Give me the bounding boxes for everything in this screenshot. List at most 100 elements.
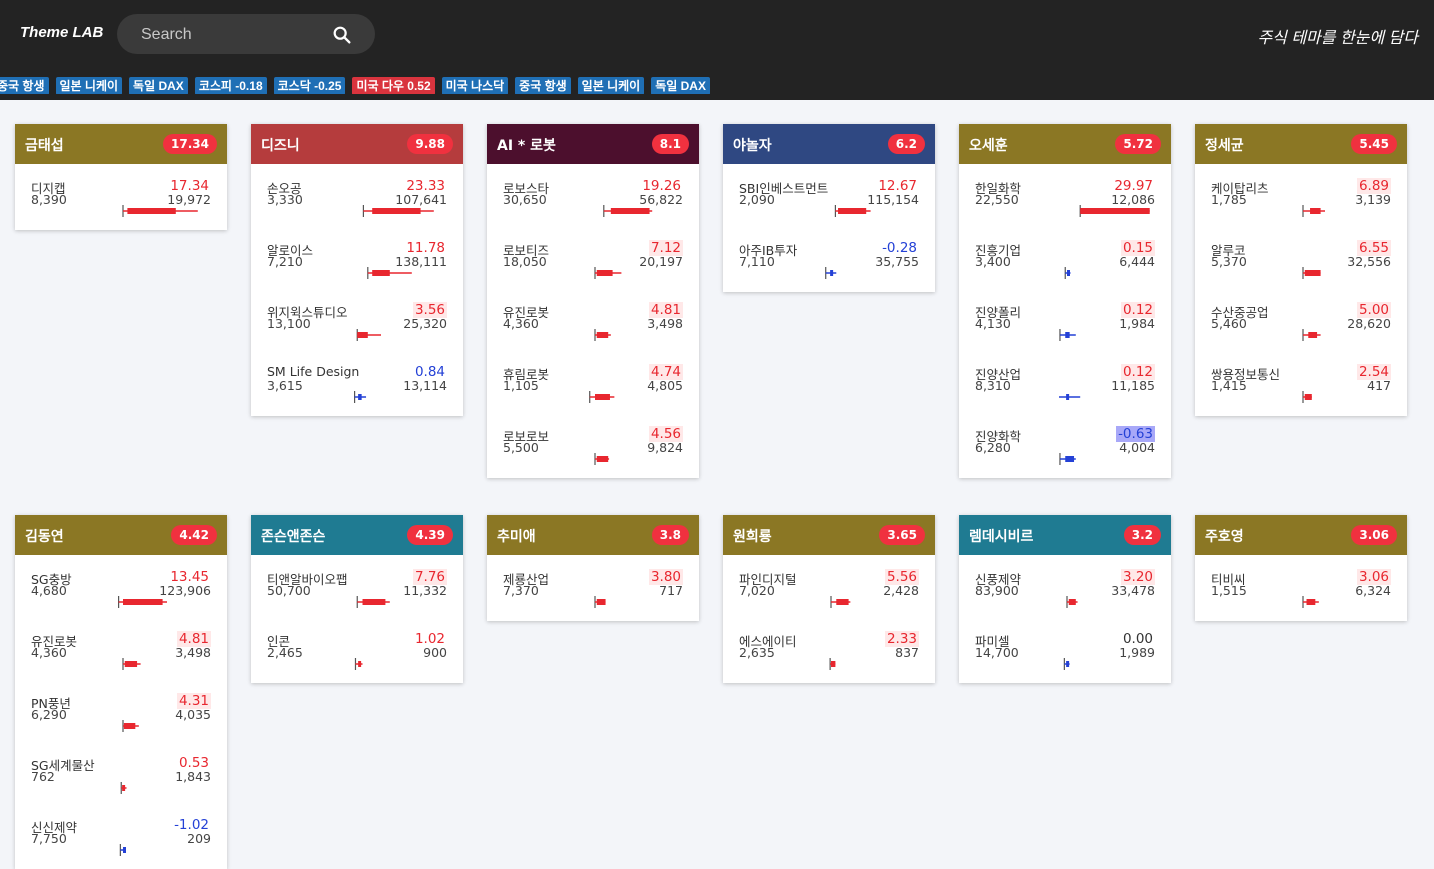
theme-score-badge: 3.06 — [1351, 525, 1397, 545]
stock-row[interactable]: 제룡산업 7,370 3.80 717 — [487, 555, 699, 617]
price-candle — [1059, 453, 1076, 465]
card-bottom-pad — [723, 288, 935, 292]
price-candle — [354, 658, 363, 670]
stock-row[interactable]: 진양화학 6,280 -0.63 4,004 — [959, 412, 1171, 474]
theme-header[interactable]: 금태섭 17.34 — [15, 124, 227, 164]
price-candle — [1079, 205, 1150, 217]
theme-card[interactable]: 렘데시비르 3.2 신풍제약 83,900 3.20 33,478 파미셀 14,700 0.0… — [959, 515, 1171, 683]
stock-price: 2,465 — [267, 645, 303, 660]
stock-row[interactable]: 신신제약 7,750 -1.02 209 — [15, 803, 227, 865]
theme-card[interactable]: 존슨앤존슨 4.39 티앤알바이오팹 50,700 7.76 11,332 인콘 2,465 1… — [251, 515, 463, 683]
stock-price: 3,330 — [267, 192, 303, 207]
stock-row[interactable]: 진양폴리 4,130 0.12 1,984 — [959, 288, 1171, 350]
stock-row[interactable]: 아주IB투자 7,110 -0.28 35,755 — [723, 226, 935, 288]
theme-header[interactable]: 디즈니 9.88 — [251, 124, 463, 164]
theme-header[interactable]: 렘데시비르 3.2 — [959, 515, 1171, 555]
ticker-chip[interactable]: 독일 DAX — [651, 77, 710, 94]
stock-row[interactable]: 파인디지털 7,020 5.56 2,428 — [723, 555, 935, 617]
stock-row[interactable]: 알루코 5,370 6.55 32,556 — [1195, 226, 1407, 288]
theme-card[interactable]: 정세균 5.45 케이탑리츠 1,785 6.89 3,139 알루코 5,370 6.55 32… — [1195, 124, 1407, 416]
theme-card[interactable]: 금태섭 17.34 디지캡 8,390 17.34 19,972 — [15, 124, 227, 230]
theme-card[interactable]: 주호영 3.06 티비씨 1,515 3.06 6,324 — [1195, 515, 1407, 621]
ticker-chip[interactable]: 미국 다우 0.52 — [352, 77, 435, 94]
theme-header[interactable]: 주호영 3.06 — [1195, 515, 1407, 555]
stock-row[interactable]: 파미셀 14,700 0.00 1,989 — [959, 617, 1171, 679]
stock-row[interactable]: SM Life Design 3,615 0.84 13,114 — [251, 350, 463, 412]
theme-header[interactable]: 정세균 5.45 — [1195, 124, 1407, 164]
price-candle — [594, 453, 610, 465]
card-bottom-pad — [15, 226, 227, 230]
stock-row[interactable]: SG충방 4,680 13.45 123,906 — [15, 555, 227, 617]
ticker-chip[interactable]: 코스닥 -0.25 — [273, 77, 346, 94]
candle-body — [1310, 208, 1321, 214]
stock-row[interactable]: 로보티즈 18,050 7.12 20,197 — [487, 226, 699, 288]
ticker-chip[interactable]: 중국 항생 — [0, 77, 49, 94]
theme-card[interactable]: 추미애 3.8 제룡산업 7,370 3.80 717 — [487, 515, 699, 621]
stock-price: 8,310 — [975, 378, 1011, 393]
candle-body — [362, 599, 386, 605]
stock-price: 83,900 — [975, 583, 1019, 598]
theme-header[interactable]: 원희룡 3.65 — [723, 515, 935, 555]
theme-card[interactable]: 야놀자 6.2 SBI인베스트먼트 2,090 12.67 115,154 아주IB투자 7,… — [723, 124, 935, 292]
theme-card[interactable]: 원희룡 3.65 파인디지털 7,020 5.56 2,428 에스에이티 2,635 2.33… — [723, 515, 935, 683]
price-candle — [356, 329, 381, 341]
candle-body — [127, 208, 176, 214]
ticker-chip[interactable]: 미국 나스닥 — [441, 77, 509, 94]
stock-row[interactable]: 알로이스 7,210 11.78 138,111 — [251, 226, 463, 288]
ticker-chip[interactable]: 중국 항생 — [515, 77, 571, 94]
price-candle — [353, 391, 367, 403]
theme-card[interactable]: 김동연 4.42 SG충방 4,680 13.45 123,906 유진로봇 4,360 4.8… — [15, 515, 227, 869]
stock-row[interactable]: 수산중공업 5,460 5.00 28,620 — [1195, 288, 1407, 350]
theme-header[interactable]: 김동연 4.42 — [15, 515, 227, 555]
ticker-chip[interactable]: 일본 니케이 — [577, 77, 645, 94]
stock-price: 5,500 — [503, 440, 539, 455]
stock-row[interactable]: 위지윅스튜디오 13,100 3.56 25,320 — [251, 288, 463, 350]
stock-row[interactable]: 유진로봇 4,360 4.81 3,498 — [15, 617, 227, 679]
stock-row[interactable]: 쌍용정보통신 1,415 2.54 417 — [1195, 350, 1407, 412]
theme-score-badge: 6.2 — [887, 134, 925, 154]
theme-title: 추미애 — [497, 529, 536, 545]
stock-row[interactable]: 디지캡 8,390 17.34 19,972 — [15, 164, 227, 226]
stock-row[interactable]: 인콘 2,465 1.02 900 — [251, 617, 463, 679]
stock-row[interactable]: 손오공 3,330 23.33 107,641 — [251, 164, 463, 226]
stock-row[interactable]: 로보스타 30,650 19.26 56,822 — [487, 164, 699, 226]
ticker-chip[interactable]: 독일 DAX — [129, 77, 188, 94]
candle-body — [1068, 599, 1076, 605]
stock-row[interactable]: 에스에이티 2,635 2.33 837 — [723, 617, 935, 679]
stock-row[interactable]: 신풍제약 83,900 3.20 33,478 — [959, 555, 1171, 617]
stock-row[interactable]: 티비씨 1,515 3.06 6,324 — [1195, 555, 1407, 617]
theme-card[interactable]: AI * 로봇 8.1 로보스타 30,650 19.26 56,822 로보티즈 18,05… — [487, 124, 699, 478]
search-box[interactable] — [117, 14, 375, 56]
stock-row[interactable]: 한일화학 22,550 29.97 12,086 — [959, 164, 1171, 226]
theme-score-badge: 4.42 — [171, 525, 217, 545]
theme-header[interactable]: 오세훈 5.72 — [959, 124, 1171, 164]
candle-body — [1080, 208, 1150, 214]
stock-row[interactable]: 진흥기업 3,400 0.15 6,444 — [959, 226, 1171, 288]
stock-row[interactable]: SG세계물산 762 0.53 1,843 — [15, 741, 227, 803]
price-candle — [120, 782, 127, 794]
stock-row[interactable]: 티앤알바이오팹 50,700 7.76 11,332 — [251, 555, 463, 617]
search-input[interactable] — [117, 14, 343, 56]
stock-row[interactable]: PN풍년 6,290 4.31 4,035 — [15, 679, 227, 741]
theme-header[interactable]: 추미애 3.8 — [487, 515, 699, 555]
stock-row[interactable]: 로보로보 5,500 4.56 9,824 — [487, 412, 699, 474]
theme-header[interactable]: 야놀자 6.2 — [723, 124, 935, 164]
ticker-chip[interactable]: 코스피 -0.18 — [194, 77, 267, 94]
stock-row[interactable]: 케이탑리츠 1,785 6.89 3,139 — [1195, 164, 1407, 226]
search-icon[interactable] — [331, 24, 353, 46]
stock-price: 8,390 — [31, 192, 67, 207]
theme-header[interactable]: AI * 로봇 8.1 — [487, 124, 699, 164]
stock-price: 7,210 — [267, 254, 303, 269]
stock-row[interactable]: 휴림로봇 1,105 4.74 4,805 — [487, 350, 699, 412]
stock-row[interactable]: SBI인베스트먼트 2,090 12.67 115,154 — [723, 164, 935, 226]
logo[interactable]: Theme LAB — [20, 24, 103, 41]
stock-row[interactable]: 진양산업 8,310 0.12 11,185 — [959, 350, 1171, 412]
theme-header[interactable]: 존슨앤존슨 4.39 — [251, 515, 463, 555]
card-bottom-pad — [959, 679, 1171, 683]
ticker-chip[interactable]: 일본 니케이 — [55, 77, 123, 94]
stock-price: 6,290 — [31, 707, 67, 722]
theme-card[interactable]: 오세훈 5.72 한일화학 22,550 29.97 12,086 진흥기업 3,400 0.1… — [959, 124, 1171, 478]
stock-row[interactable]: 유진로봇 4,360 4.81 3,498 — [487, 288, 699, 350]
theme-card[interactable]: 디즈니 9.88 손오공 3,330 23.33 107,641 알로이스 7,210 11.7… — [251, 124, 463, 416]
card-bottom-pad — [487, 474, 699, 478]
